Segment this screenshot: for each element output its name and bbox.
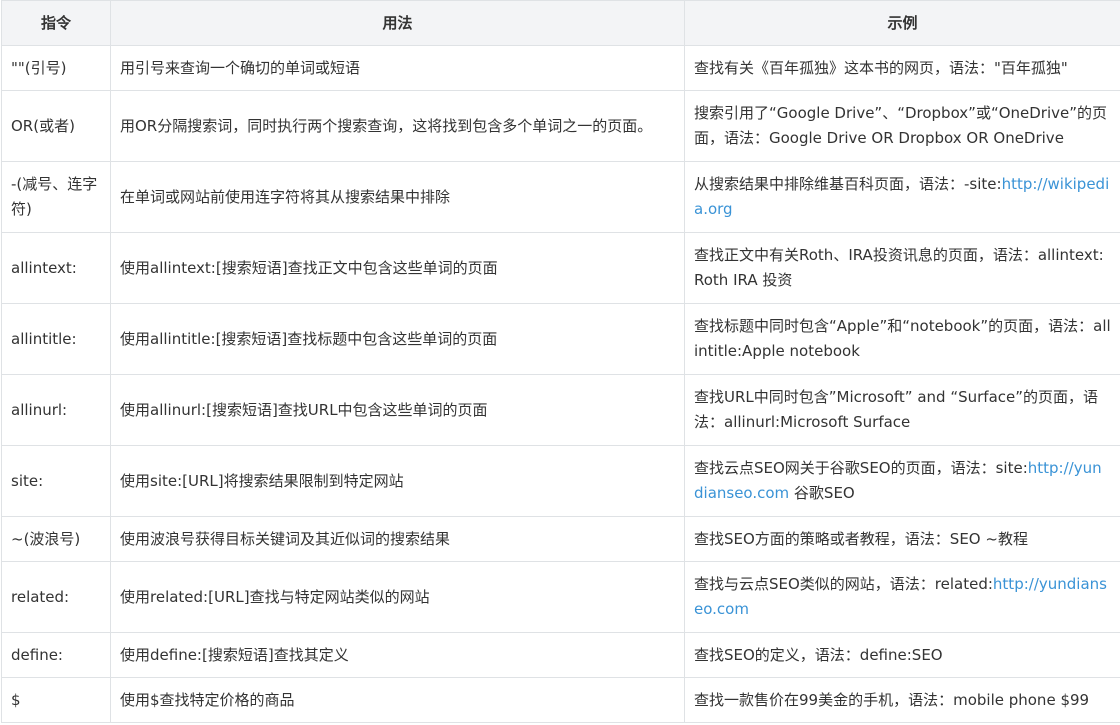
example-cell: 查找正文中有关Roth、IRA投资讯息的页面，语法：allintext:Roth… — [684, 232, 1120, 304]
table-row: allinurl: 使用allinurl:[搜索短语]查找URL中包含这些单词的… — [1, 374, 1120, 446]
usage-cell: 在单词或网站前使用连字符将其从搜索结果中排除 — [110, 161, 685, 233]
example-text: 查找与云点SEO类似的网站，语法：related: — [694, 575, 993, 593]
command-cell: site: — [1, 445, 111, 517]
usage-cell: 用引号来查询一个确切的单词或短语 — [110, 45, 685, 91]
example-text: 查找SEO方面的策略或者教程，语法：SEO ~教程 — [694, 529, 1028, 548]
usage-cell: 使用allinurl:[搜索短语]查找URL中包含这些单词的页面 — [110, 374, 685, 446]
header-example: 示例 — [684, 0, 1120, 46]
command-cell: ~(波浪号) — [1, 516, 111, 562]
header-command: 指令 — [1, 0, 111, 46]
example-cell: 查找标题中同时包含“Apple”和“notebook”的页面，语法：allint… — [684, 303, 1120, 375]
command-cell: $ — [1, 677, 111, 723]
example-cell: 查找URL中同时包含”Microsoft” and “Surface”的页面，语… — [684, 374, 1120, 446]
table-row: -(减号、连字符) 在单词或网站前使用连字符将其从搜索结果中排除 从搜索结果中排… — [1, 161, 1120, 233]
example-cell: 查找SEO的定义，语法：define:SEO — [684, 632, 1120, 678]
usage-cell: 使用related:[URL]查找与特定网站类似的网站 — [110, 561, 685, 633]
command-cell: allintitle: — [1, 303, 111, 375]
example-text: 搜索引用了“Google Drive”、“Dropbox”或“OneDrive”… — [694, 104, 1108, 147]
example-text: 查找正文中有关Roth、IRA投资讯息的页面，语法：allintext:Roth… — [694, 246, 1104, 289]
command-cell: ""(引号) — [1, 45, 111, 91]
example-text: 查找一款售价在99美金的手机，语法：mobile phone $99 — [694, 690, 1090, 709]
usage-cell: 使用波浪号获得目标关键词及其近似词的搜索结果 — [110, 516, 685, 562]
example-text: 查找云点SEO网关于谷歌SEO的页面，语法：site: — [694, 459, 1028, 477]
example-cell: 查找与云点SEO类似的网站，语法：related:http://yundians… — [684, 561, 1120, 633]
table-row: define: 使用define:[搜索短语]查找其定义 查找SEO的定义，语法… — [1, 632, 1120, 678]
example-cell: 从搜索结果中排除维基百科页面，语法：-site:http://wikipedia… — [684, 161, 1120, 233]
header-usage: 用法 — [110, 0, 685, 46]
command-cell: allinurl: — [1, 374, 111, 446]
example-cell: 查找有关《百年孤独》这本书的网页，语法："百年孤独" — [684, 45, 1120, 91]
usage-cell: 使用allintitle:[搜索短语]查找标题中包含这些单词的页面 — [110, 303, 685, 375]
table-row: related: 使用related:[URL]查找与特定网站类似的网站 查找与… — [1, 561, 1120, 633]
table-row: site: 使用site:[URL]将搜索结果限制到特定网站 查找云点SEO网关… — [1, 445, 1120, 517]
example-text: 查找URL中同时包含”Microsoft” and “Surface”的页面，语… — [694, 388, 1099, 431]
usage-cell: 使用define:[搜索短语]查找其定义 — [110, 632, 685, 678]
usage-cell: 使用$查找特定价格的商品 — [110, 677, 685, 723]
header-row: 指令 用法 示例 — [1, 0, 1120, 46]
command-cell: OR(或者) — [1, 90, 111, 162]
example-text: 查找标题中同时包含“Apple”和“notebook”的页面，语法：allint… — [694, 317, 1111, 360]
example-cell: 查找一款售价在99美金的手机，语法：mobile phone $99 — [684, 677, 1120, 723]
example-text: 查找SEO的定义，语法：define:SEO — [694, 645, 943, 664]
table-row: allintitle: 使用allintitle:[搜索短语]查找标题中包含这些… — [1, 303, 1120, 375]
table-row: $ 使用$查找特定价格的商品 查找一款售价在99美金的手机，语法：mobile … — [1, 677, 1120, 723]
example-cell: 搜索引用了“Google Drive”、“Dropbox”或“OneDrive”… — [684, 90, 1120, 162]
example-text: 查找有关《百年孤独》这本书的网页，语法："百年孤独" — [694, 58, 1068, 77]
usage-cell: 用OR分隔搜索词，同时执行两个搜索查询，这将找到包含多个单词之一的页面。 — [110, 90, 685, 162]
example-text: 从搜索结果中排除维基百科页面，语法：-site: — [694, 175, 1002, 193]
usage-cell: 使用allintext:[搜索短语]查找正文中包含这些单词的页面 — [110, 232, 685, 304]
command-cell: related: — [1, 561, 111, 633]
table-row: OR(或者) 用OR分隔搜索词，同时执行两个搜索查询，这将找到包含多个单词之一的… — [1, 90, 1120, 162]
search-operators-table: 指令 用法 示例 ""(引号) 用引号来查询一个确切的单词或短语 查找有关《百年… — [1, 0, 1120, 723]
example-cell: 查找云点SEO网关于谷歌SEO的页面，语法：site:http://yundia… — [684, 445, 1120, 517]
table-row: ~(波浪号) 使用波浪号获得目标关键词及其近似词的搜索结果 查找SEO方面的策略… — [1, 516, 1120, 562]
example-suffix: 谷歌SEO — [789, 484, 855, 502]
table-row: ""(引号) 用引号来查询一个确切的单词或短语 查找有关《百年孤独》这本书的网页… — [1, 45, 1120, 91]
example-cell: 查找SEO方面的策略或者教程，语法：SEO ~教程 — [684, 516, 1120, 562]
command-cell: define: — [1, 632, 111, 678]
usage-cell: 使用site:[URL]将搜索结果限制到特定网站 — [110, 445, 685, 517]
table-row: allintext: 使用allintext:[搜索短语]查找正文中包含这些单词… — [1, 232, 1120, 304]
command-cell: -(减号、连字符) — [1, 161, 111, 233]
command-cell: allintext: — [1, 232, 111, 304]
